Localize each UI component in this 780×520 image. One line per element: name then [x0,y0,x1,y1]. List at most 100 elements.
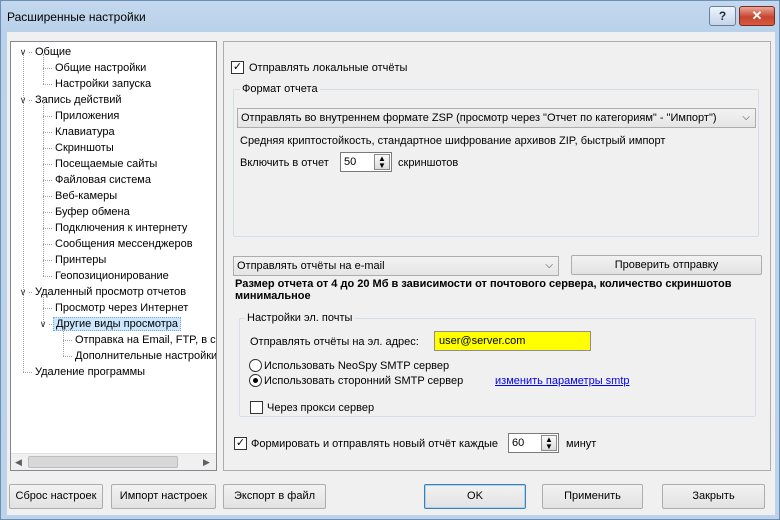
window-close-button[interactable]: ✕ [739,6,775,26]
tree-item[interactable]: Принтеры [53,252,108,268]
chevron-down-icon: ⌵ [742,112,750,123]
tree-connector [43,164,52,165]
tree-connector [43,102,44,276]
scroll-thumb[interactable] [28,456,178,468]
radio-third-party-smtp[interactable] [249,374,262,387]
tree-item[interactable]: Другие виды просмотра [53,316,182,332]
tree-item[interactable]: Веб-камеры [53,188,119,204]
tree-item[interactable]: Удаленный просмотр отчетов [33,284,188,300]
send-local-checkbox[interactable]: ✓ [231,61,244,74]
tree-item-label: Файловая система [55,174,151,186]
tree-item-label: Общие [35,46,72,58]
smtp-settings-link[interactable]: изменить параметры smtp [495,375,630,387]
format-group: Формат отчета Отправлять во внутреннем ф… [233,83,759,237]
tree-connector [63,326,64,356]
format-select[interactable]: Отправлять во внутреннем формате ZSP (пр… [237,108,756,128]
settings-window: Расширенные настройки ? ✕ Общие ∨ Общие на… [0,0,780,520]
tree-item[interactable]: Сообщения мессенджеров [53,236,195,252]
tree-item[interactable]: Посещаемые сайты [53,156,159,172]
settings-panel: ✓ Отправлять локальные отчёты Формат отч… [223,41,771,471]
tree-connector [43,180,52,181]
tree-connector [43,148,52,149]
interval-spinner[interactable]: 60 ▲ ▼ [508,433,559,453]
close-button[interactable]: Закрыть [662,484,765,509]
tree-item[interactable]: Общие [33,44,73,60]
email-address-input[interactable]: user@server.com [434,331,591,351]
tree-item[interactable]: Настройки запуска [53,76,153,92]
include-label: Включить в отчет [240,157,329,169]
tree-item-label: Удаление программы [35,366,146,378]
tree-item[interactable]: Дополнительные настройки [73,348,216,364]
tree-item[interactable]: Приложения [53,108,121,124]
proxy-checkbox[interactable] [250,401,263,414]
tree-item[interactable]: Файловая система [53,172,153,188]
tree-item-label: Сообщения мессенджеров [55,238,193,250]
help-button[interactable]: ? [709,6,736,26]
test-send-button[interactable]: Проверить отправку [571,255,762,275]
tree-item[interactable]: Геопозиционирование [53,268,171,284]
tree-connector [43,84,52,85]
tree-connector [63,340,72,341]
title-bar[interactable]: Расширенные настройки ? ✕ [1,1,779,31]
radio-neospy-label: Использовать NeoSpy SMTP сервер [264,360,450,372]
tree-item[interactable]: Отправка на Email, FTP, в сеть [73,332,217,348]
tree-item-label: Другие виды просмотра [53,317,182,331]
include-screenshots-spinner[interactable]: 50 ▲ ▼ [340,152,392,172]
include-screenshots-value: 50 [344,156,357,168]
tree-item[interactable]: Общие настройки [53,60,148,76]
address-label: Отправлять отчёты на эл. адрес: [250,336,419,348]
tree-item-label: Веб-камеры [55,190,118,202]
tree-item-label: Принтеры [55,254,107,266]
tree-connector [43,308,52,309]
scroll-left-icon[interactable]: ◀ [15,457,22,468]
tree-item[interactable]: Просмотр через Интернет [53,300,190,316]
tree-connector [43,212,52,213]
tree-connector [63,356,72,357]
scroll-right-icon[interactable]: ▶ [203,457,210,468]
proxy-label: Через прокси сервер [267,402,375,414]
email-settings-group: Настройки эл. почты Отправлять отчёты на… [239,312,756,417]
send-local-label: Отправлять локальные отчёты [249,62,408,74]
spinner-arrows-icon[interactable]: ▲ ▼ [541,435,557,451]
tree-item-label: Приложения [55,110,120,122]
tree-item[interactable]: Скриншоты [53,140,116,156]
tree-item[interactable]: Подключения к интернету [53,220,189,236]
window-title: Расширенные настройки [7,10,146,24]
format-select-value: Отправлять во внутреннем формате ZSP (пр… [241,112,717,124]
ok-button[interactable]: OK [424,484,526,509]
tree-connector [43,68,52,69]
tree-item-label: Подключения к интернету [55,222,188,234]
radio-neospy-smtp[interactable] [249,359,262,372]
import-settings-button[interactable]: Импорт настроек [111,484,216,509]
tree-item[interactable]: Удаление программы [33,364,147,380]
radio-third-party-label: Использовать сторонний SMTP сервер [264,375,464,387]
spinner-arrows-icon[interactable]: ▲ ▼ [374,154,390,170]
settings-tree[interactable]: Общие ∨ Общие настройки Настройки запуска За… [10,41,217,471]
tree-item[interactable]: Буфер обмена [53,204,132,220]
tree-item-label: Запись действий [35,94,122,106]
tree-connector [43,54,44,84]
send-method-value: Отправлять отчёты на e-mail [237,260,385,272]
tree-connector [43,294,44,324]
tree-item-label: Настройки запуска [55,78,152,90]
tree-item-label: Скриншоты [55,142,114,154]
send-method-select[interactable]: Отправлять отчёты на e-mail ⌵ [233,256,559,276]
tree-item-label: Отправка на Email, FTP, в сеть [75,334,217,346]
tree-item-label: Посещаемые сайты [55,158,158,170]
tree-item-label: Удаленный просмотр отчетов [35,286,187,298]
tree-connector [43,132,52,133]
client-area: Общие ∨ Общие настройки Настройки запуска За… [7,32,775,515]
reset-settings-button[interactable]: Сброс настроек [9,484,103,509]
tree-connector [43,260,52,261]
tree-item-label: Геопозиционирование [55,270,169,282]
tree-item[interactable]: Клавиатура [53,124,117,140]
tree-item-label: Клавиатура [55,126,115,138]
tree-content: Общие ∨ Общие настройки Настройки запуска За… [11,42,217,454]
export-file-button[interactable]: Экспорт в файл [223,484,326,509]
tree-item[interactable]: Запись действий [33,92,124,108]
tree-connector [43,276,52,277]
tree-horizontal-scrollbar[interactable]: ◀ ▶ [11,453,216,470]
form-report-checkbox[interactable]: ✓ [234,437,247,450]
format-description: Средняя криптостойкость, стандартное шиф… [240,135,666,147]
apply-button[interactable]: Применить [542,484,643,509]
